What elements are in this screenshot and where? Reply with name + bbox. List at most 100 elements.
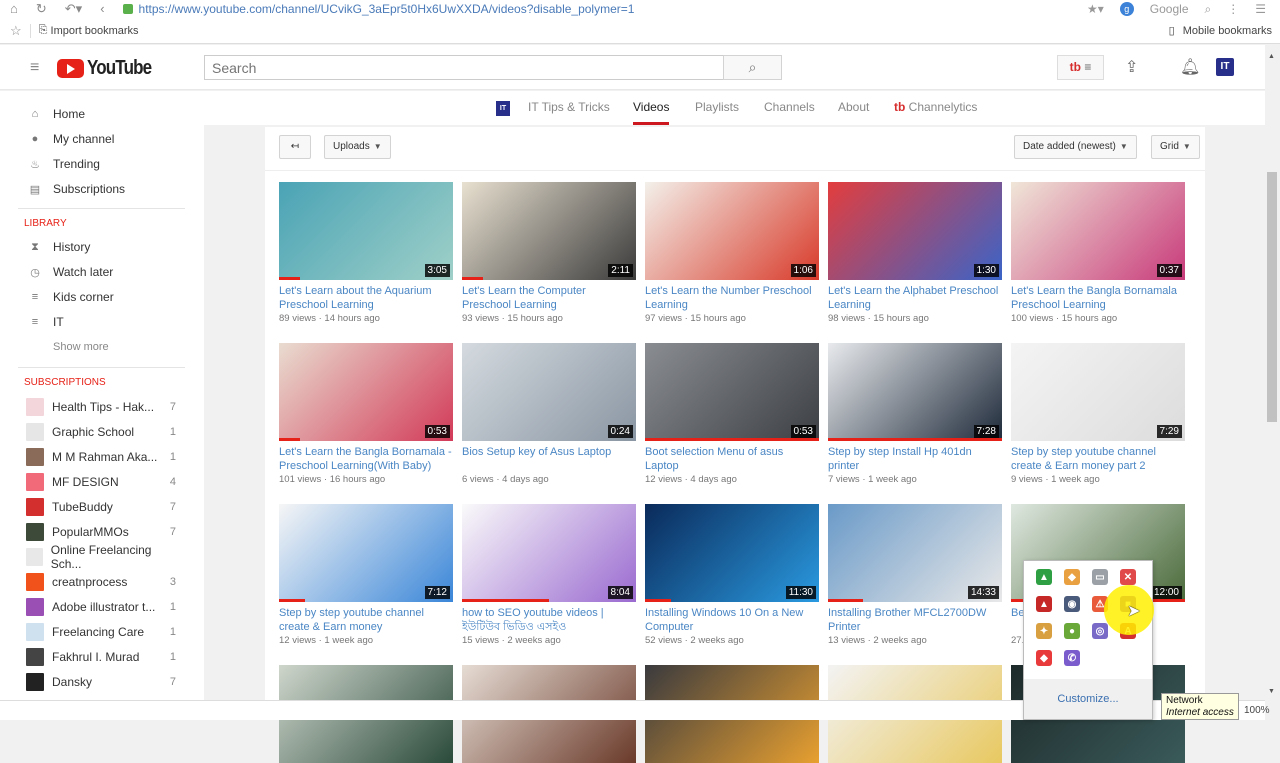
avatar[interactable]: IT xyxy=(1216,58,1234,76)
viber-icon[interactable]: ✆ xyxy=(1064,650,1080,666)
tray-icon-cell[interactable]: ✦ xyxy=(1036,623,1064,639)
video-title[interactable]: Bios Setup key of Asus Laptop xyxy=(462,445,636,473)
sidebar-item-kids-corner[interactable]: ≡ Kids corner xyxy=(28,287,114,307)
sort-dropdown[interactable]: Date added (newest) ▼ xyxy=(1014,135,1137,159)
torrent-icon[interactable]: ◎ xyxy=(1092,623,1108,639)
video-title[interactable]: Boot selection Menu of asus Laptop xyxy=(645,445,819,473)
scroll-down-icon[interactable]: ▼ xyxy=(1268,688,1275,695)
sidebar-item-it[interactable]: ≡ IT xyxy=(28,312,64,332)
video-thumbnail[interactable]: 2:11 xyxy=(462,182,636,280)
video-title[interactable]: Let's Learn the Bangla Bornamala - Presc… xyxy=(279,445,453,473)
star-icon[interactable]: ☆ xyxy=(10,23,22,39)
sidebar-item-home[interactable]: ⌂ Home xyxy=(28,104,85,124)
subscription-item[interactable]: M M Rahman Aka... 1 xyxy=(26,447,176,467)
video-card[interactable]: 2:11 Let's Learn the Computer Preschool L… xyxy=(462,182,636,324)
home-icon[interactable]: ⌂ xyxy=(10,1,18,17)
video-thumbnail[interactable]: 7:29 xyxy=(1011,343,1185,441)
tray-icon-cell[interactable]: ◆ xyxy=(1064,569,1092,585)
subscription-item[interactable]: creatnprocess 3 xyxy=(26,572,176,592)
video-title[interactable]: Step by step Install Hp 401dn printer xyxy=(828,445,1002,473)
subscription-item[interactable]: Freelancing Care 1 xyxy=(26,622,176,642)
tray-icon-cell[interactable]: ✕ xyxy=(1120,569,1148,585)
tab-channelytics[interactable]: tb Channelytics xyxy=(894,100,977,114)
scrollbar-thumb[interactable] xyxy=(1267,172,1277,422)
tray-icon-cell[interactable]: ◉ xyxy=(1064,596,1092,612)
guide-menu-icon[interactable]: ≡ xyxy=(30,59,39,77)
video-title[interactable]: Installing Windows 10 On a New Computer xyxy=(645,606,819,634)
google-drive-icon[interactable]: ▲ xyxy=(1036,569,1052,585)
search-engine-label[interactable]: Google xyxy=(1150,2,1189,16)
tray-icon-cell[interactable]: ▭ xyxy=(1092,569,1120,585)
video-thumbnail[interactable]: 7:28 xyxy=(828,343,1002,441)
video-thumbnail[interactable]: 1:06 xyxy=(645,182,819,280)
import-bookmarks-link[interactable]: Import bookmarks xyxy=(51,25,139,37)
video-thumbnail[interactable]: 0:53 xyxy=(279,343,453,441)
acrobat-icon[interactable]: ▲ xyxy=(1036,596,1052,612)
tray-icon-cell[interactable]: ● xyxy=(1064,623,1092,639)
sidebar-item-my-channel[interactable]: ● My channel xyxy=(28,129,115,149)
video-card[interactable]: 1:06 Let's Learn the Number Preschool Lea… xyxy=(645,182,819,324)
tray-icon-cell[interactable]: ✆ xyxy=(1064,650,1092,666)
subscription-item[interactable]: PopularMMOs 7 xyxy=(26,522,176,542)
back-button[interactable]: ↤ xyxy=(279,135,311,159)
video-card[interactable]: 7:28 Step by step Install Hp 401dn printe… xyxy=(828,343,1002,485)
tab-channels[interactable]: Channels xyxy=(764,100,815,114)
video-title[interactable]: Let's Learn the Number Preschool Learnin… xyxy=(645,284,819,312)
video-card[interactable]: 11:30 Installing Windows 10 On a New Comp… xyxy=(645,504,819,646)
subscription-item[interactable]: Dansky 7 xyxy=(26,672,176,692)
video-card[interactable]: 7:12 Step by step youtube channel create … xyxy=(279,504,453,646)
view-dropdown[interactable]: Grid ▼ xyxy=(1151,135,1200,159)
tray-icon-cell[interactable]: ▲ xyxy=(1036,569,1064,585)
page-scrollbar[interactable]: ▲ ▼ xyxy=(1265,45,1280,700)
subscription-item[interactable]: Adobe illustrator t... 1 xyxy=(26,597,176,617)
video-thumbnail[interactable]: 8:04 xyxy=(462,504,636,602)
app-green-icon[interactable]: ● xyxy=(1064,623,1080,639)
video-card[interactable]: 1:30 Let's Learn the Alphabet Preschool L… xyxy=(828,182,1002,324)
sidebar-item-history[interactable]: ⧗ History xyxy=(28,237,90,257)
subscription-item[interactable]: Fakhrul I. Murad 1 xyxy=(26,647,176,667)
video-thumbnail[interactable]: 14:33 xyxy=(828,504,1002,602)
show-more-link[interactable]: Show more xyxy=(53,341,109,353)
bookmark-star-icon[interactable]: ★▾ xyxy=(1087,2,1104,16)
sidebar-item-watch-later[interactable]: ◷ Watch later xyxy=(28,262,113,282)
scroll-up-icon[interactable]: ▲ xyxy=(1268,53,1275,60)
video-title[interactable]: Let's Learn the Computer Preschool Learn… xyxy=(462,284,636,312)
video-thumbnail[interactable]: 0:24 xyxy=(462,343,636,441)
undo-icon[interactable]: ↶▾ xyxy=(65,1,82,17)
sidebar-item-subscriptions[interactable]: ▤ Subscriptions xyxy=(28,179,125,199)
video-title[interactable]: Let's Learn about the Aquarium Preschool… xyxy=(279,284,453,312)
menu-icon[interactable]: ☰ xyxy=(1255,2,1266,16)
video-title[interactable]: Step by step youtube channel create & Ea… xyxy=(279,606,453,634)
video-card[interactable]: 8:04 how to SEO youtube videos | ইউটিউব ভ… xyxy=(462,504,636,646)
subscription-item[interactable]: Online Freelancing Sch... xyxy=(26,543,176,571)
search-button[interactable]: ⌕ xyxy=(723,55,782,80)
subscription-item[interactable]: MF DESIGN 4 xyxy=(26,472,176,492)
zoom-level[interactable]: 100% xyxy=(1244,705,1270,716)
app-orange-icon[interactable]: ◆ xyxy=(1064,569,1080,585)
search-engine-icon[interactable]: g xyxy=(1119,2,1134,16)
address-bar[interactable]: https://www.youtube.com/channel/UCvikG_3… xyxy=(122,2,634,16)
sidebar-item-trending[interactable]: ♨ Trending xyxy=(28,154,100,174)
reload-icon[interactable]: ↻ xyxy=(36,1,47,17)
channel-name[interactable]: IT Tips & Tricks xyxy=(528,100,610,114)
video-thumbnail[interactable]: 1:30 xyxy=(828,182,1002,280)
tab-playlists[interactable]: Playlists xyxy=(695,100,739,114)
subscription-item[interactable]: TubeBuddy 7 xyxy=(26,497,176,517)
video-title[interactable]: Installing Brother MFCL2700DW Printer xyxy=(828,606,1002,634)
video-thumbnail[interactable]: 0:53 xyxy=(645,343,819,441)
subscription-item[interactable]: Health Tips - Hak... 7 xyxy=(26,397,176,417)
video-thumbnail[interactable]: 7:12 xyxy=(279,504,453,602)
mobile-bookmarks-link[interactable]: Mobile bookmarks xyxy=(1183,25,1272,37)
video-thumbnail[interactable]: 0:37 xyxy=(1011,182,1185,280)
upload-icon[interactable]: ⇪ xyxy=(1125,57,1138,77)
tubebuddy-button[interactable]: tb ≡ xyxy=(1057,55,1104,80)
video-card[interactable]: 0:37 Let's Learn the Bangla Bornamala Pre… xyxy=(1011,182,1185,324)
video-card[interactable]: 0:24 Bios Setup key of Asus Laptop 6 views… xyxy=(462,343,636,485)
search-icon[interactable]: ⌕ xyxy=(1205,2,1212,17)
video-title[interactable]: Step by step youtube channel create & Ea… xyxy=(1011,445,1185,473)
video-title[interactable]: Let's Learn the Alphabet Preschool Learn… xyxy=(828,284,1002,312)
more-icon[interactable]: ⋮ xyxy=(1227,2,1239,16)
back-icon[interactable]: ‹ xyxy=(100,1,104,17)
customize-link[interactable]: Customize... xyxy=(1024,679,1152,719)
tab-about[interactable]: About xyxy=(838,100,869,114)
